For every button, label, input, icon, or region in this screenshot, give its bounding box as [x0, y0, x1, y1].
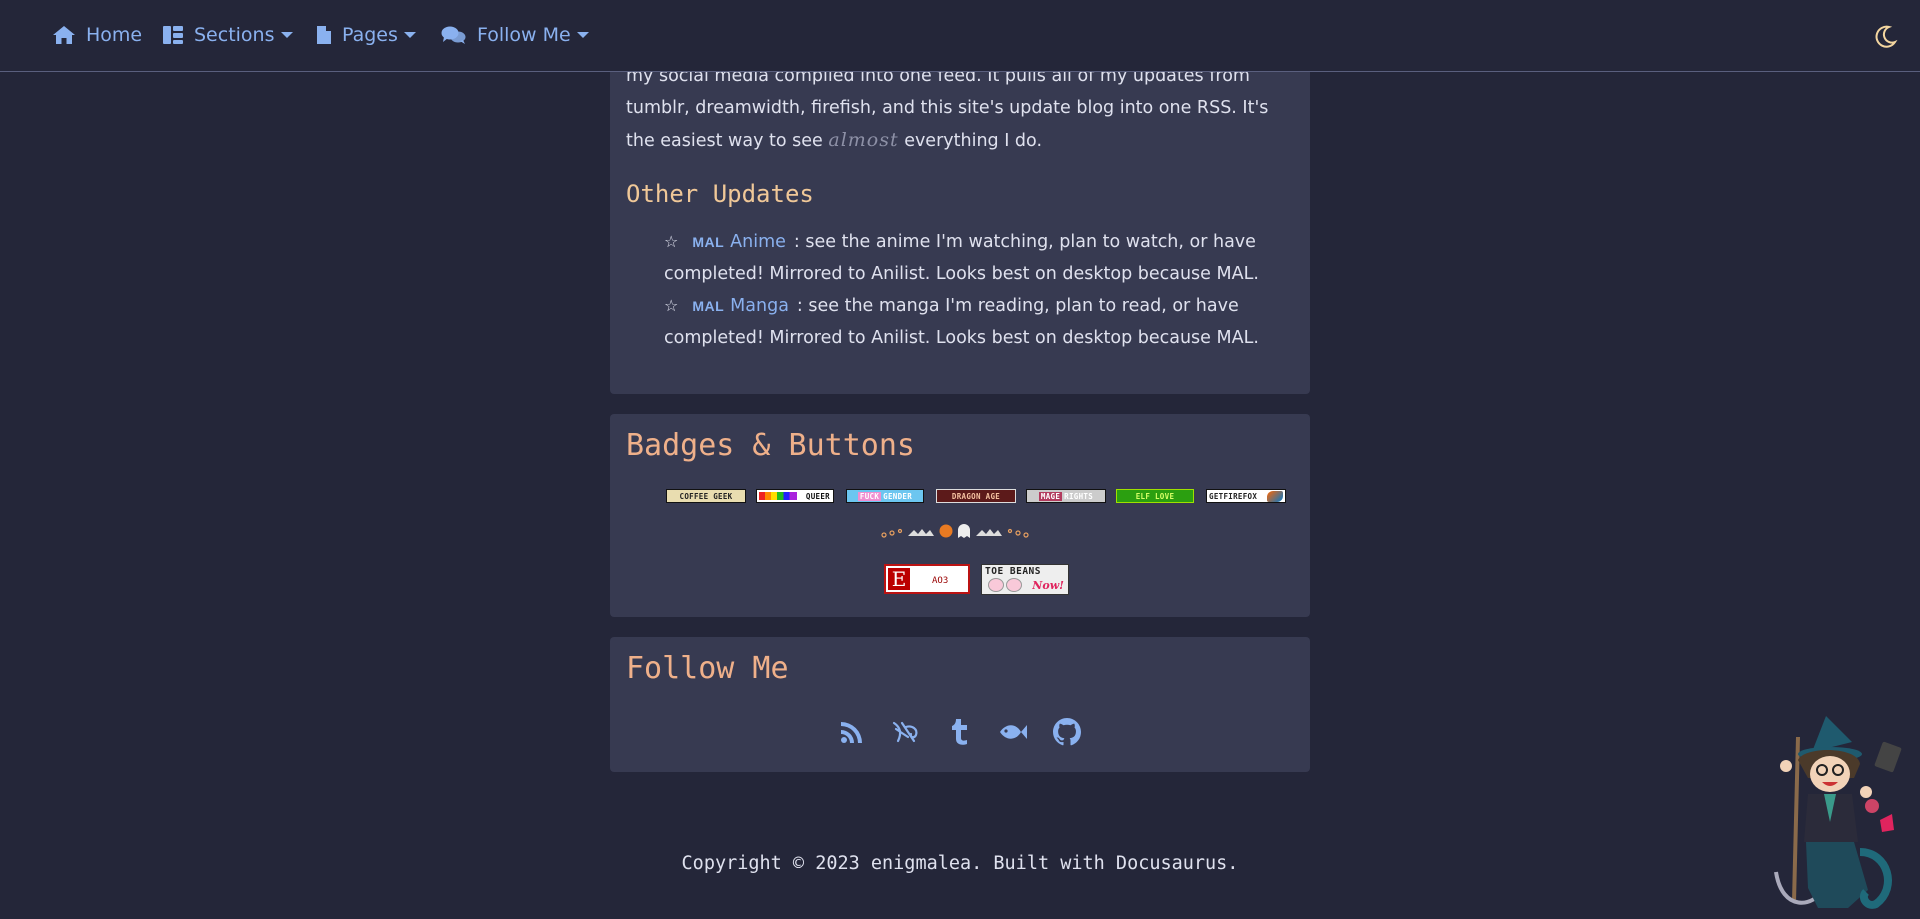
toe-beans-label: TOE BEANS	[985, 566, 1041, 577]
dragon-age-badge[interactable]: DRAGON AGE	[936, 489, 1016, 503]
follow-card: Follow Me	[610, 637, 1310, 772]
navbar: Home Sections Pages Follow Me	[0, 0, 1920, 72]
badge-label: FUCK	[857, 491, 882, 501]
tumblr-icon[interactable]	[945, 717, 975, 747]
follow-heading: Follow Me	[626, 651, 789, 686]
sections-icon	[162, 25, 184, 45]
halloween-divider	[881, 524, 1029, 538]
ao3-label: AO3	[932, 576, 949, 586]
fish-icon[interactable]	[998, 717, 1028, 747]
footer-copyright: Copyright © 2023 enigmalea. Built with D…	[681, 853, 1239, 874]
file-icon	[316, 25, 332, 45]
queer-badge[interactable]: QUEER	[756, 489, 834, 503]
intro-emphasis: almost	[828, 129, 899, 151]
intro-text-end: everything I do.	[898, 131, 1043, 151]
social-links	[610, 717, 1310, 747]
mal-logo: MAL	[692, 298, 725, 314]
moon-icon	[1875, 25, 1898, 48]
badge-label: RIGHTS	[1064, 491, 1094, 501]
mage-rights-badge[interactable]: MAGE RIGHTS	[1026, 489, 1106, 503]
badge-label: GENDER	[883, 491, 913, 501]
badges-heading: Badges & Buttons	[626, 428, 915, 463]
comments-icon	[441, 25, 467, 45]
list-item: ☆ MAL Anime: see the anime I'm watching, p…	[664, 226, 1284, 290]
updates-card: my social media compiled into one feed. …	[610, 40, 1310, 394]
star-icon: ☆	[664, 296, 679, 315]
rainbow-flag-icon	[759, 492, 797, 500]
nav-sections[interactable]: Sections	[162, 0, 293, 70]
queer-label: QUEER	[805, 491, 830, 501]
badge-label: GETFIREFOX	[1209, 491, 1258, 501]
witch-mascot-image[interactable]	[1768, 712, 1908, 912]
manga-link[interactable]: Manga	[730, 296, 789, 316]
nav-sections-label: Sections	[194, 24, 275, 46]
firefox-icon	[1267, 491, 1283, 502]
ao3-badge[interactable]: E AO3	[884, 564, 970, 594]
toe-beans-badge[interactable]: TOE BEANS Now!	[981, 564, 1069, 595]
list-item: ☆ MAL Manga: see the manga I'm reading, pl…	[664, 290, 1284, 354]
badge-label: MAGE	[1038, 491, 1063, 501]
chevron-down-icon	[403, 32, 416, 38]
paw-icon	[988, 578, 1004, 592]
dreamwidth-icon[interactable]	[891, 717, 921, 747]
firefox-badge[interactable]: GETFIREFOX	[1206, 489, 1286, 503]
nav-pages[interactable]: Pages	[316, 0, 416, 70]
theme-toggle-button[interactable]	[1872, 22, 1900, 50]
nav-pages-label: Pages	[342, 24, 398, 46]
ao3-letter: E	[888, 568, 910, 590]
nav-follow[interactable]: Follow Me	[441, 0, 589, 70]
paw-icon	[1006, 578, 1022, 592]
chevron-down-icon	[280, 32, 293, 38]
toe-beans-now: Now!	[1032, 579, 1064, 592]
anime-link[interactable]: Anime	[730, 232, 786, 252]
feed-description: my social media compiled into one feed. …	[626, 60, 1296, 157]
nav-home[interactable]: Home	[52, 0, 142, 70]
nav-home-label: Home	[86, 24, 143, 46]
coffee-geek-badge[interactable]: COFFEE GEEK	[666, 489, 746, 503]
elf-love-badge[interactable]: ELF LOVE	[1116, 489, 1194, 503]
star-icon: ☆	[664, 232, 679, 251]
badges-card: Badges & Buttons COFFEE GEEK QUEER FUCK G…	[610, 414, 1310, 617]
fuck-gender-badge[interactable]: FUCK GENDER	[846, 489, 924, 503]
home-icon	[52, 25, 76, 45]
github-icon[interactable]	[1052, 717, 1082, 747]
mal-logo: MAL	[692, 234, 725, 250]
updates-list: ☆ MAL Anime: see the anime I'm watching, p…	[664, 226, 1284, 354]
chevron-down-icon	[576, 32, 589, 38]
rss-icon[interactable]	[837, 717, 867, 747]
other-updates-heading: Other Updates	[626, 180, 814, 208]
nav-follow-label: Follow Me	[477, 24, 571, 46]
